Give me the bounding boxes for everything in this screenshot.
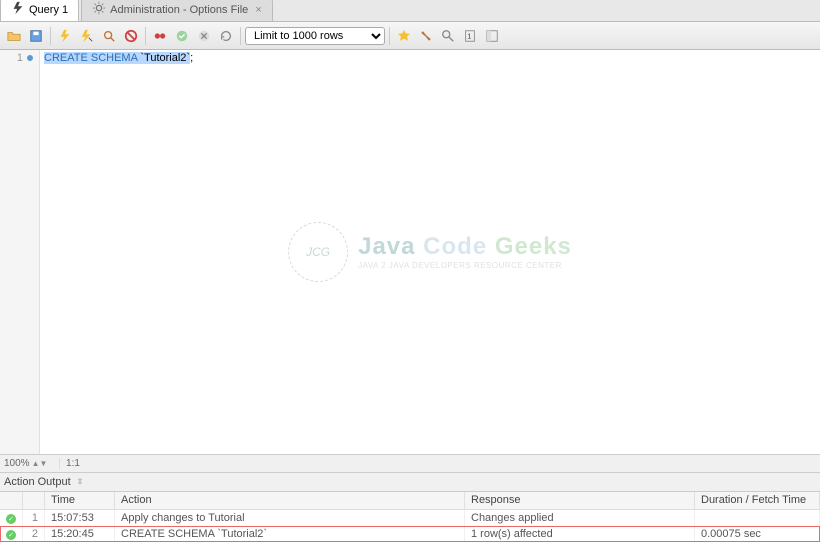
- autocommit-off-button[interactable]: [194, 26, 214, 46]
- table-row[interactable]: ✓ 1 15:07:53 Apply changes to Tutorial C…: [0, 510, 820, 527]
- panel-button[interactable]: [482, 26, 502, 46]
- watermark-t2: Code: [423, 233, 487, 260]
- cell-time: 15:20:45: [45, 526, 115, 542]
- tab-label: Query 1: [29, 4, 68, 16]
- line-number: 1: [17, 52, 23, 64]
- sql-arg: `Tutorial2`: [137, 52, 190, 64]
- col-response: Response: [465, 492, 695, 510]
- col-index: [23, 492, 45, 510]
- sql-end: ;: [190, 52, 193, 64]
- zoom-stepper-icon[interactable]: ▲▼: [32, 459, 48, 468]
- col-duration: Duration / Fetch Time: [695, 492, 820, 510]
- status-ok-icon: ✓: [6, 530, 16, 540]
- tab-bar: Query 1 Administration - Options File ×: [0, 0, 820, 22]
- stop-button[interactable]: [121, 26, 141, 46]
- gutter: 1: [0, 50, 40, 454]
- separator: [240, 27, 241, 45]
- breakpoint-dot-icon: [27, 55, 33, 61]
- cell-response: 1 row(s) affected: [465, 526, 695, 542]
- col-time: Time: [45, 492, 115, 510]
- row-index: 1: [23, 510, 45, 527]
- cursor-position: 1:1: [60, 458, 80, 469]
- table-row[interactable]: ✓ 2 15:20:45 CREATE SCHEMA `Tutorial2` 1…: [0, 526, 820, 542]
- commit-button[interactable]: [150, 26, 170, 46]
- output-stepper-icon[interactable]: ⇳: [77, 477, 84, 486]
- beautify-button[interactable]: [416, 26, 436, 46]
- watermark-t3: Geeks: [495, 233, 572, 260]
- tab-query-1[interactable]: Query 1: [0, 0, 79, 21]
- cell-duration: 0.00075 sec: [695, 526, 820, 542]
- refresh-button[interactable]: [216, 26, 236, 46]
- col-status: [0, 492, 23, 510]
- explain-button[interactable]: [99, 26, 119, 46]
- tab-admin-options[interactable]: Administration - Options File ×: [81, 0, 273, 21]
- cell-action: Apply changes to Tutorial: [115, 510, 465, 527]
- separator: [50, 27, 51, 45]
- separator: [389, 27, 390, 45]
- lightning-icon: [11, 1, 25, 18]
- row-index: 2: [23, 526, 45, 542]
- execute-button[interactable]: [55, 26, 75, 46]
- cell-response: Changes applied: [465, 510, 695, 527]
- code-area[interactable]: CREATE SCHEMA `Tutorial2`; JCG Java Code…: [40, 50, 820, 454]
- action-output-table: Time Action Response Duration / Fetch Ti…: [0, 492, 820, 542]
- close-icon[interactable]: ×: [255, 4, 261, 16]
- table-header-row: Time Action Response Duration / Fetch Ti…: [0, 492, 820, 510]
- save-button[interactable]: [26, 26, 46, 46]
- limit-select[interactable]: Limit to 1000 rows: [245, 27, 385, 45]
- snippets-button[interactable]: 1: [460, 26, 480, 46]
- watermark: JCG Java Code Geeks JAVA 2 JAVA DEVELOPE…: [288, 222, 572, 282]
- execute-current-button[interactable]: [77, 26, 97, 46]
- watermark-sub: JAVA 2 JAVA DEVELOPERS RESOURCE CENTER: [358, 261, 572, 270]
- sql-editor[interactable]: 1 CREATE SCHEMA `Tutorial2`; JCG Java Co…: [0, 50, 820, 454]
- cell-time: 15:07:53: [45, 510, 115, 527]
- watermark-logo: JCG: [288, 222, 348, 282]
- cell-duration: [695, 510, 820, 527]
- sql-keyword: CREATE SCHEMA: [44, 52, 137, 64]
- zoom-level: 100%: [4, 458, 30, 469]
- open-button[interactable]: [4, 26, 24, 46]
- gear-icon: [92, 1, 106, 18]
- toolbar: Limit to 1000 rows 1: [0, 22, 820, 50]
- output-panel-header: Action Output ⇳: [0, 472, 820, 492]
- watermark-t1: Java: [358, 233, 415, 260]
- status-bar: 100% ▲▼ 1:1: [0, 454, 820, 472]
- output-label: Action Output: [4, 476, 71, 488]
- status-ok-icon: ✓: [6, 514, 16, 524]
- cell-action: CREATE SCHEMA `Tutorial2`: [115, 526, 465, 542]
- col-action: Action: [115, 492, 465, 510]
- tab-label: Administration - Options File: [110, 4, 248, 16]
- find-button[interactable]: [438, 26, 458, 46]
- svg-text:1: 1: [467, 33, 471, 40]
- separator: [145, 27, 146, 45]
- autocommit-on-button[interactable]: [172, 26, 192, 46]
- favorite-button[interactable]: [394, 26, 414, 46]
